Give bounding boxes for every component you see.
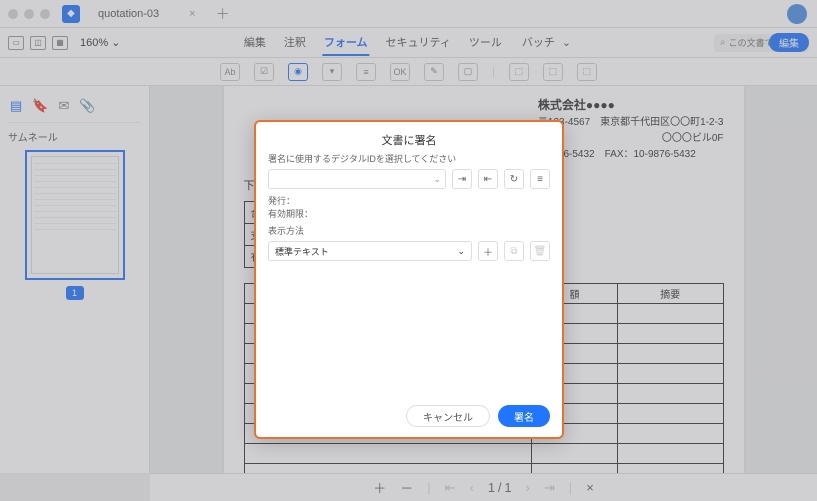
id-export-icon[interactable]: ⇤ xyxy=(478,169,498,189)
display-method-select[interactable]: 標準テキスト ⌄ xyxy=(268,241,472,261)
sign-button[interactable]: 署名 xyxy=(498,405,550,427)
digital-id-select[interactable]: ⌄ xyxy=(268,169,446,189)
display-method-label: 表示方法 xyxy=(268,224,550,237)
cancel-button[interactable]: キャンセル xyxy=(406,405,490,427)
display-delete-icon[interactable]: 🗑 xyxy=(530,241,550,261)
dialog-title: 文書に署名 xyxy=(268,132,550,148)
chevron-down-icon: ⌄ xyxy=(433,174,441,185)
display-add-icon[interactable]: ＋ xyxy=(478,241,498,261)
sign-dialog: 文書に署名 署名に使用するデジタルIDを選択してください ⌄ ⇥ ⇤ ↻ ≡ 発… xyxy=(254,120,564,439)
id-import-icon[interactable]: ⇥ xyxy=(452,169,472,189)
id-refresh-icon[interactable]: ↻ xyxy=(504,169,524,189)
id-list-icon[interactable]: ≡ xyxy=(530,169,550,189)
signature-preview xyxy=(268,267,550,397)
chevron-down-icon: ⌄ xyxy=(457,246,465,257)
digital-id-label: 署名に使用するデジタルIDを選択してください xyxy=(268,152,550,165)
display-copy-icon[interactable]: ⧉ xyxy=(504,241,524,261)
issuer-field: 発行： 有効期限： xyxy=(268,195,550,220)
